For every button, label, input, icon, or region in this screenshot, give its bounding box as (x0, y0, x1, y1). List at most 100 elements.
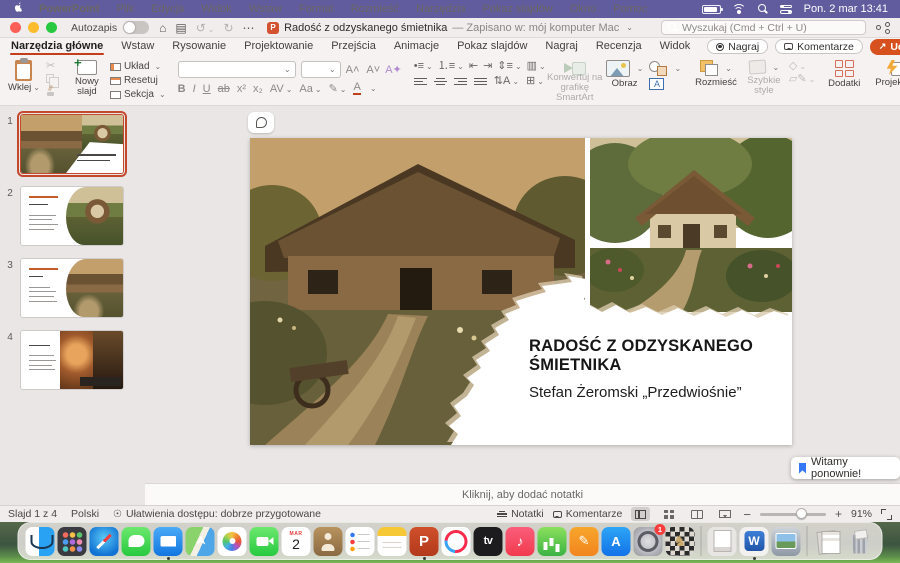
layout-button[interactable]: Układ⌄ (110, 61, 166, 72)
increase-indent-button[interactable]: ⇥ (483, 61, 492, 72)
dock-appletv-icon[interactable]: tv (474, 527, 503, 556)
designer-button[interactable]: Projektant (873, 58, 900, 88)
canvas-copilot-button[interactable] (248, 112, 274, 133)
align-text-button[interactable]: ⊞⌄ (526, 76, 544, 87)
text-box-icon[interactable]: A (649, 78, 664, 90)
zoom-slider-thumb[interactable] (796, 508, 807, 519)
slideshow-button[interactable] (715, 507, 734, 521)
dock-downloads-stack-icon[interactable] (814, 527, 843, 556)
zoom-slider[interactable] (760, 513, 826, 516)
undo-icon[interactable]: ↺⌄ (196, 22, 215, 34)
convert-smartart-button[interactable]: Konwertuj na grafikę SmartArt (558, 58, 592, 103)
comments-toggle[interactable]: Komentarze (553, 508, 623, 520)
dock-appstore-icon[interactable]: A (602, 527, 631, 556)
align-left-button[interactable] (414, 78, 427, 85)
presence-share-icon[interactable] (876, 22, 890, 34)
dock-calendar-icon[interactable]: MAR2 (282, 527, 311, 556)
tab-pokaz-slajdow[interactable]: Pokaz slajdów (456, 39, 528, 54)
tab-narzedzia-glowne[interactable]: Narzędzia główne (10, 39, 104, 54)
menu-wstaw[interactable]: Wstaw (249, 4, 282, 15)
dock-powerpoint-icon[interactable]: P (410, 527, 439, 556)
menu-powerpoint[interactable]: PowerPoint (39, 4, 100, 15)
format-painter-icon[interactable] (46, 85, 56, 96)
decrease-indent-button[interactable]: ⇤ (469, 61, 478, 72)
justify-button[interactable] (474, 78, 487, 85)
slide-thumbnail-4[interactable] (20, 330, 124, 390)
accessibility-status[interactable]: ☉ Ułatwienia dostępu: dobrze przygotowan… (113, 508, 321, 520)
dock-fitness-icon[interactable] (442, 527, 471, 556)
shape-outline-icon[interactable]: ▱✎⌄ (789, 74, 815, 85)
subscript-button[interactable]: x₂ (253, 83, 263, 95)
dock-pencil-app-icon[interactable]: ✎ (570, 527, 599, 556)
dock-safari-icon[interactable] (90, 527, 119, 556)
slide-title-text[interactable]: RADOŚĆ Z ODZYSKANEGO ŚMIETNIKA (529, 337, 792, 375)
bold-button[interactable]: B (178, 83, 186, 95)
record-button[interactable]: Nagraj (707, 39, 768, 54)
save-icon[interactable]: ▤ (175, 22, 186, 34)
paste-button[interactable]: Wklej⌄ (6, 58, 42, 93)
welcome-back-toast[interactable]: Witamy ponownie! (791, 457, 900, 479)
notes-area[interactable]: Kliknij, aby dodać notatki (145, 483, 900, 505)
dock-mail-icon[interactable] (154, 527, 183, 556)
search-input[interactable]: Wyszukaj (Cmd + Ctrl + U) (661, 20, 866, 35)
tab-animacje[interactable]: Animacje (393, 39, 440, 54)
dock-maps-icon[interactable] (186, 527, 215, 556)
slide-canvas[interactable]: RADOŚĆ Z ODZYSKANEGO ŚMIETNIKA Stefan Że… (250, 138, 792, 445)
minimize-window-button[interactable] (28, 22, 39, 33)
slide-counter[interactable]: Slajd 1 z 4 (8, 508, 57, 520)
spotlight-search-icon[interactable] (758, 4, 768, 14)
tab-recenzja[interactable]: Recenzja (595, 39, 643, 54)
align-center-button[interactable] (434, 78, 447, 85)
dock-numbers-icon[interactable] (538, 527, 567, 556)
columns-button[interactable]: ▥⌄ (527, 61, 546, 72)
notes-placeholder[interactable]: Kliknij, aby dodać notatki (462, 489, 583, 501)
dock-contacts-icon[interactable] (314, 527, 343, 556)
font-color-button[interactable]: A (353, 82, 360, 95)
addins-button[interactable]: Dodatki (827, 58, 861, 103)
autosave-toggle[interactable] (123, 21, 149, 34)
line-spacing-button[interactable]: ⇕≡⌄ (497, 61, 521, 72)
dock-chess-icon[interactable]: ♞ (666, 527, 695, 556)
strikethrough-button[interactable]: ab (218, 83, 230, 95)
notes-toggle[interactable]: Notatki (497, 508, 544, 520)
section-button[interactable]: Sekcja⌄ (110, 89, 166, 100)
menu-pomoc[interactable]: Pomoc (613, 4, 647, 15)
dock-reminders-icon[interactable] (346, 527, 375, 556)
zoom-window-button[interactable] (46, 22, 57, 33)
new-slide-button[interactable]: Nowy slajd (68, 58, 106, 97)
zoom-level[interactable]: 91% (851, 508, 872, 520)
slide-title-block[interactable]: RADOŚĆ Z ODZYSKANEGO ŚMIETNIKA Stefan Że… (529, 337, 792, 401)
home-icon[interactable]: ⌂ (159, 22, 166, 34)
clear-formatting-button[interactable]: A✦ (385, 63, 402, 76)
close-window-button[interactable] (10, 22, 21, 33)
slide-sorter-view-button[interactable] (659, 507, 678, 521)
dock-messages-icon[interactable] (122, 527, 151, 556)
title-chevron-icon[interactable]: ⌄ (626, 23, 633, 32)
dock-notes-icon[interactable] (378, 527, 407, 556)
dock-document-app-icon[interactable] (708, 527, 737, 556)
tab-przejscia[interactable]: Przejścia (330, 39, 377, 54)
tab-nagraj[interactable]: Nagraj (544, 39, 578, 54)
menu-okno[interactable]: Okno (570, 4, 596, 15)
menu-narzedzia[interactable]: Narzędzia (416, 4, 466, 15)
picture-button[interactable]: ⌄ Obraz (604, 58, 646, 89)
menu-pokaz-slajdow[interactable]: Pokaz slajdów (483, 4, 553, 15)
menu-rozmiesc[interactable]: Rozmieść (351, 4, 399, 15)
menu-plik[interactable]: Plik (117, 4, 135, 15)
character-spacing-button[interactable]: AV⌄ (270, 83, 293, 95)
dock-finder-icon[interactable] (26, 527, 55, 556)
change-case-button[interactable]: Aa⌄ (299, 83, 321, 95)
menu-format[interactable]: Format (299, 4, 334, 15)
superscript-button[interactable]: x² (237, 83, 246, 95)
zoom-in-button[interactable]: + (835, 507, 842, 521)
apple-menu[interactable] (12, 1, 24, 17)
slide-thumbnail-3[interactable] (20, 258, 124, 318)
font-size-select[interactable]: ⌄ (301, 61, 341, 78)
menu-widok[interactable]: Widok (201, 4, 232, 15)
normal-view-button[interactable] (631, 507, 650, 521)
more-toolbar-icon[interactable]: ⋯ (243, 22, 255, 34)
zoom-out-button[interactable]: − (743, 507, 751, 522)
comments-button[interactable]: Komentarze (775, 39, 863, 54)
font-name-select[interactable]: ⌄ (178, 61, 296, 78)
underline-button[interactable]: U (203, 83, 211, 95)
